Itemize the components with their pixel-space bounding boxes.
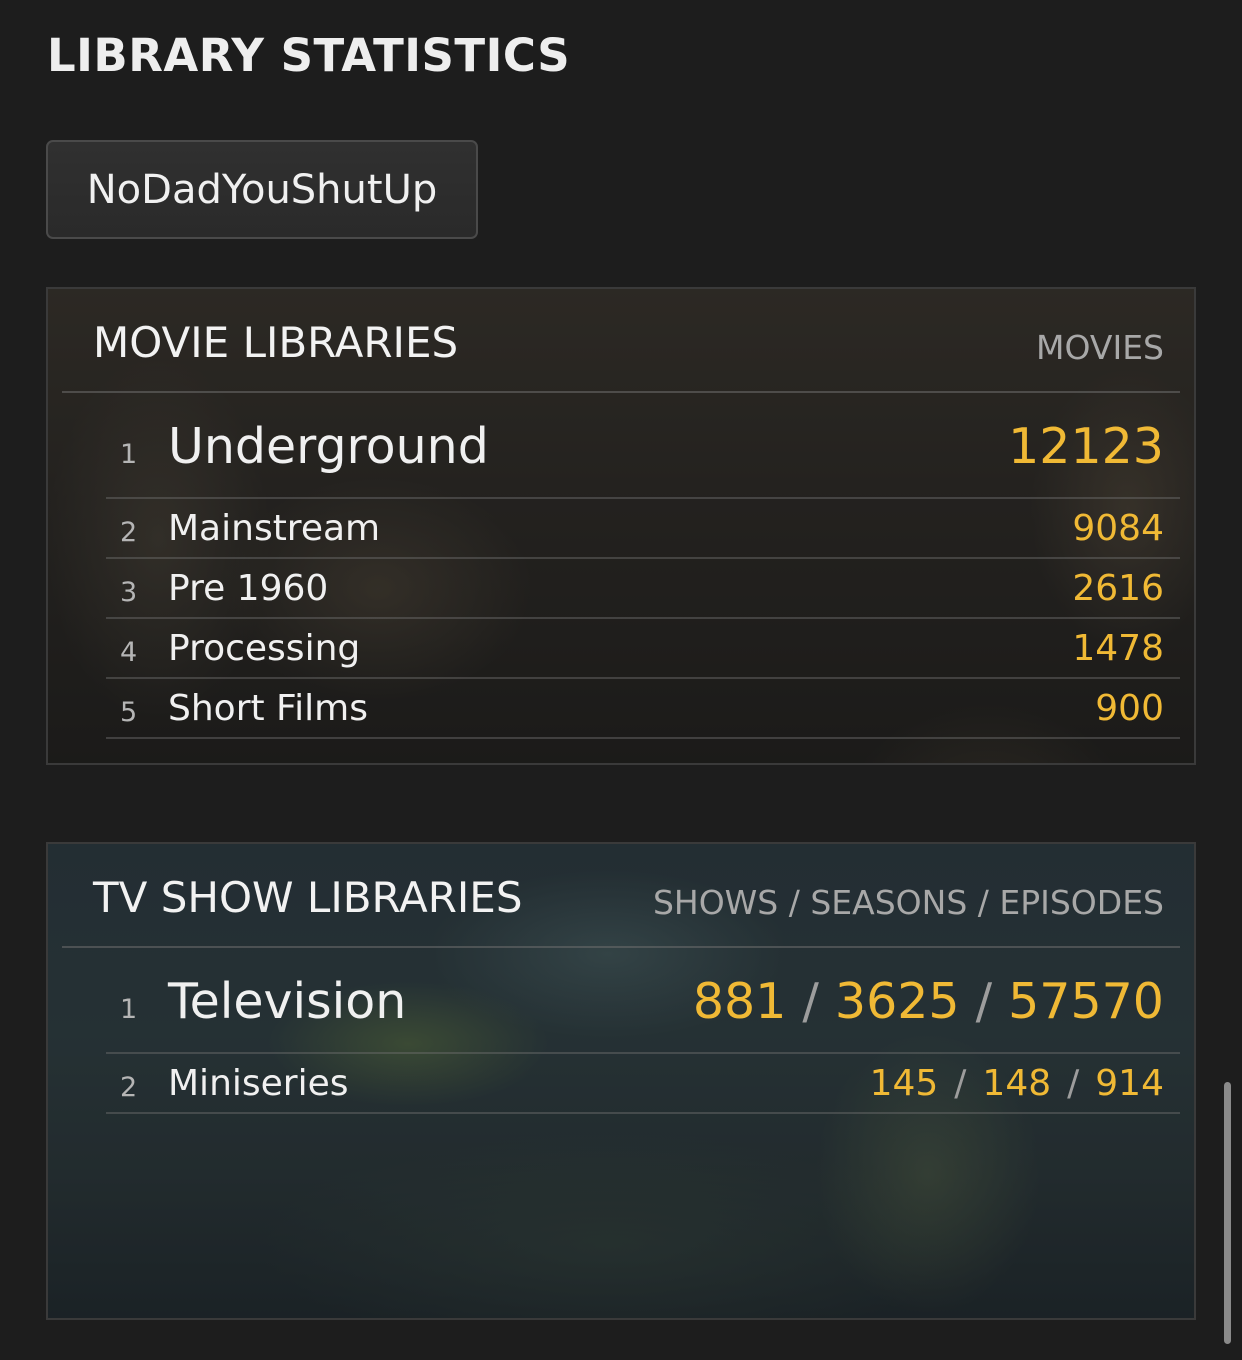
movie-libraries-panel: MOVIE LIBRARIES MOVIES 1 Underground 121… — [46, 287, 1196, 765]
movie-libraries-header: MOVIE LIBRARIES MOVIES — [62, 289, 1180, 393]
library-statistics-page: LIBRARY STATISTICS NoDadYouShutUp MOVIE … — [0, 0, 1242, 1360]
movies-column-label: MOVIES — [1036, 328, 1164, 367]
library-counts: 881 / 3625 / 57570 — [693, 974, 1164, 1030]
movie-libraries-title: MOVIE LIBRARIES — [93, 318, 459, 367]
shows-count: 881 — [692, 973, 787, 1030]
user-select-button[interactable]: NoDadYouShutUp — [46, 140, 478, 239]
seasons-count: 3625 — [834, 973, 960, 1030]
count-separator: / — [954, 1063, 967, 1104]
seasons-count: 148 — [982, 1063, 1052, 1104]
episodes-count: 914 — [1095, 1063, 1164, 1104]
library-count: 1478 — [1072, 628, 1164, 669]
movie-libraries-list: 1 Underground 12123 2 Mainstream 9084 3 … — [106, 393, 1180, 739]
library-row[interactable]: 4 Processing 1478 — [106, 619, 1180, 679]
library-rank: 1 — [120, 994, 138, 1025]
library-row[interactable]: 1 Television 881 / 3625 / 57570 — [106, 948, 1180, 1054]
library-count: 12123 — [1008, 418, 1164, 475]
tv-libraries-list: 1 Television 881 / 3625 / 57570 2 Miniseries… — [106, 948, 1180, 1114]
tv-libraries-header: TV SHOW LIBRARIES SHOWS / SEASONS / EPIS… — [62, 844, 1180, 948]
library-name: Mainstream — [168, 508, 381, 549]
library-row[interactable]: 3 Pre 1960 2616 — [106, 559, 1180, 619]
library-count: 2616 — [1072, 568, 1164, 609]
library-row[interactable]: 5 Short Films 900 — [106, 679, 1180, 739]
library-name: Short Films — [168, 688, 368, 729]
count-separator: / — [1067, 1063, 1080, 1104]
library-row[interactable]: 2 Miniseries 145 / 148 / 914 — [106, 1054, 1180, 1114]
library-name: Miniseries — [168, 1063, 349, 1104]
library-rank: 1 — [120, 439, 138, 470]
library-row[interactable]: 2 Mainstream 9084 — [106, 499, 1180, 559]
library-count: 900 — [1095, 688, 1164, 729]
tv-column-label: SHOWS / SEASONS / EPISODES — [652, 883, 1164, 922]
library-rank: 2 — [120, 517, 138, 548]
library-rank: 5 — [120, 697, 138, 728]
library-name: Processing — [168, 628, 361, 669]
shows-count: 145 — [869, 1063, 939, 1104]
library-name: Pre 1960 — [168, 568, 329, 609]
vertical-scrollbar[interactable] — [1224, 1082, 1231, 1344]
library-name: Television — [168, 973, 407, 1030]
library-rank: 4 — [120, 637, 138, 668]
count-separator: / — [802, 973, 819, 1030]
library-rank: 3 — [120, 577, 138, 608]
library-name: Underground — [168, 418, 489, 475]
count-separator: / — [975, 973, 993, 1030]
library-counts: 145 / 148 / 914 — [870, 1063, 1164, 1105]
library-row[interactable]: 1 Underground 12123 — [106, 393, 1180, 499]
tv-show-libraries-panel: TV SHOW LIBRARIES SHOWS / SEASONS / EPIS… — [46, 842, 1196, 1320]
episodes-count: 57570 — [1008, 973, 1164, 1030]
library-rank: 2 — [120, 1072, 138, 1103]
tv-libraries-title: TV SHOW LIBRARIES — [93, 873, 523, 922]
library-count: 9084 — [1072, 508, 1164, 549]
page-title: LIBRARY STATISTICS — [47, 29, 571, 82]
